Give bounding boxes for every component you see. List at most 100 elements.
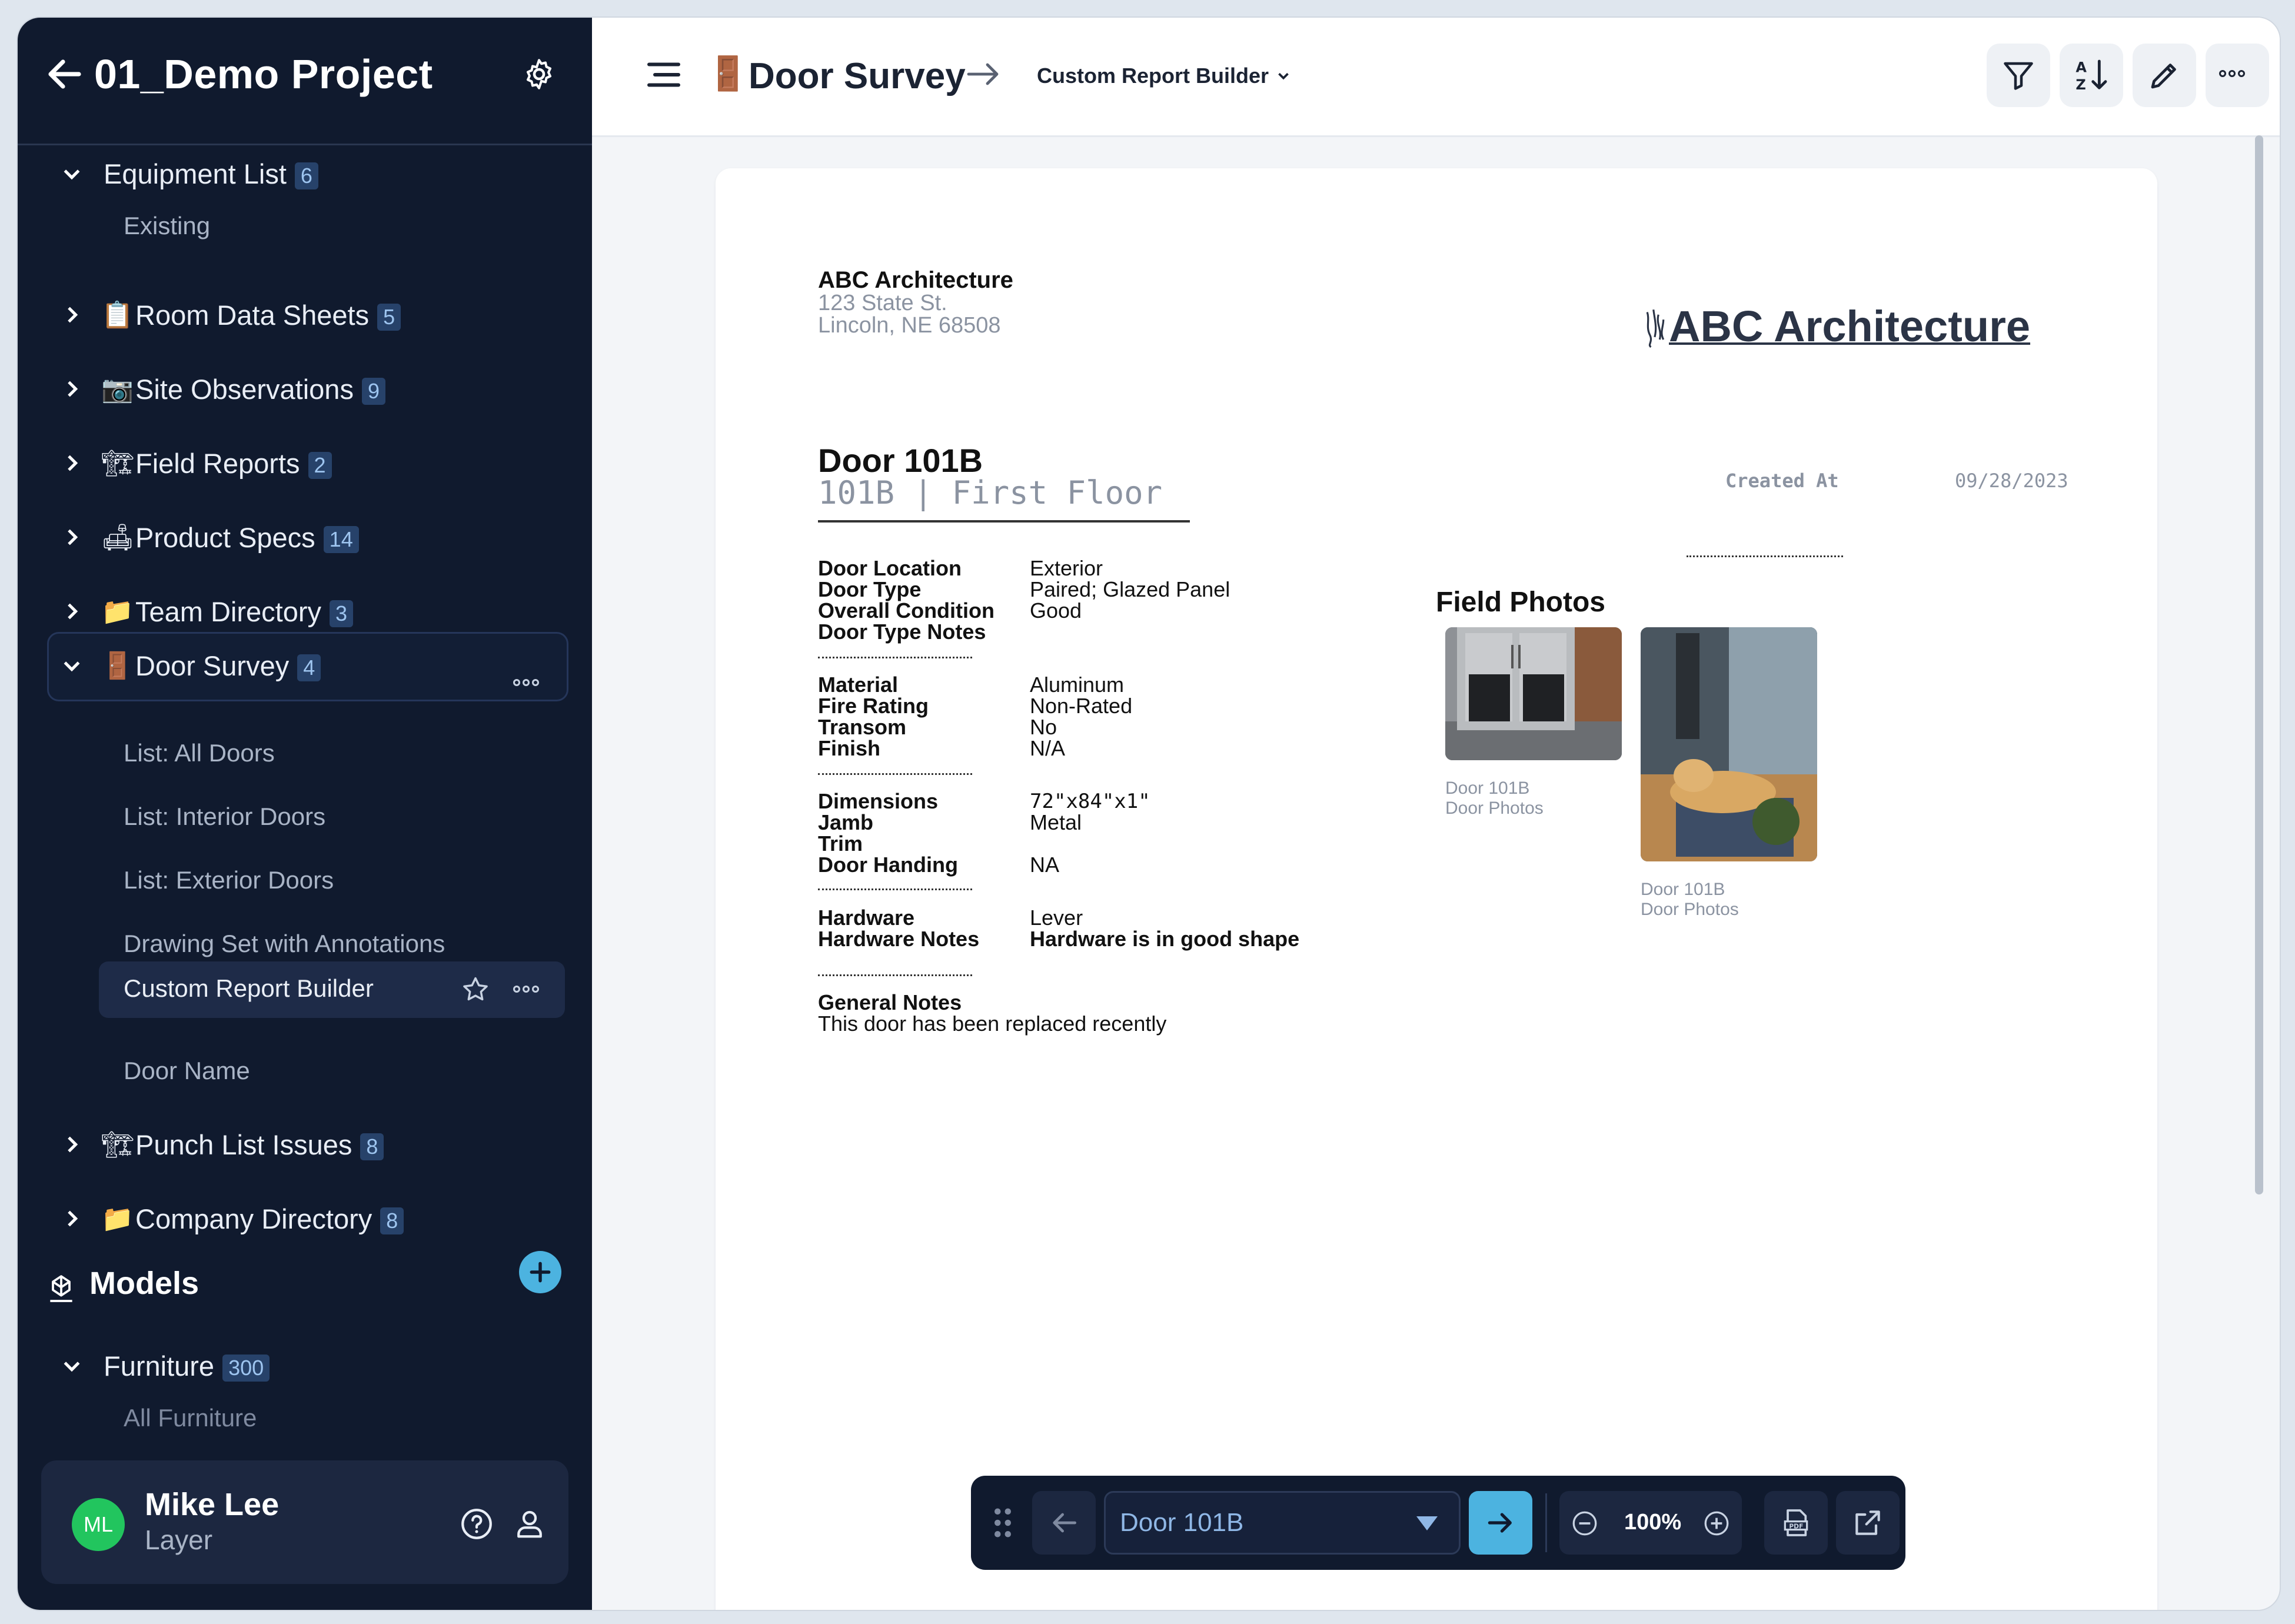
chevron-down-icon[interactable]	[1275, 67, 1292, 85]
sidebar-subitem-all-doors[interactable]: List: All Doors	[124, 739, 275, 767]
sidebar-item-label: Punch List Issues	[135, 1129, 352, 1160]
star-icon[interactable]	[460, 974, 491, 1005]
caret-down-icon	[1416, 1516, 1438, 1530]
chevron-down-icon[interactable]	[60, 654, 84, 677]
chevron-right-icon[interactable]	[60, 377, 84, 401]
record-select[interactable]: Door 101B	[1104, 1491, 1461, 1555]
field-label: Transom	[818, 715, 907, 739]
chevron-right-icon[interactable]	[60, 303, 84, 327]
chevron-down-icon[interactable]	[60, 162, 84, 185]
door-subtitle: 101B | First Floor	[818, 474, 1163, 511]
field-value: Aluminum	[1030, 673, 1125, 697]
zoom-control: 100%	[1559, 1491, 1742, 1555]
sidebar-subitem-all-furniture[interactable]: All Furniture	[124, 1404, 257, 1432]
sidebar-item-equipment-list[interactable]: Equipment List 6	[18, 141, 592, 206]
svg-text:A: A	[2076, 59, 2087, 76]
sidebar-item-field-reports[interactable]: 🏗 Field Reports 2	[18, 431, 592, 495]
general-notes-label: General Notes	[818, 990, 962, 1014]
gear-icon[interactable]	[521, 56, 557, 92]
door-icon: 🚪	[707, 55, 749, 92]
door-photo-1-image	[1445, 627, 1622, 760]
app-window: 01_Demo Project Equipment List 6 Existing…	[16, 16, 2281, 1611]
export-pdf-button[interactable]: PDF	[1764, 1491, 1828, 1555]
door-photo-2[interactable]	[1641, 627, 1817, 861]
photo-caption-title: Door 101B	[1641, 880, 1725, 899]
add-model-button[interactable]	[519, 1251, 561, 1293]
more-options-icon	[2219, 69, 2256, 81]
arrow-right-icon	[1488, 1513, 1512, 1533]
zoom-out-icon[interactable]	[1570, 1509, 1599, 1538]
avatar[interactable]: ML	[72, 1498, 125, 1551]
sidebar-subitem-exterior-doors[interactable]: List: Exterior Doors	[124, 866, 334, 894]
field-label: Door Location	[818, 556, 962, 580]
field-label: Dimensions	[818, 789, 939, 813]
clipboard-icon: 📋	[101, 301, 134, 330]
photo-caption-sub: Door Photos	[1641, 900, 1739, 919]
sidebar-item-label: Product Specs	[135, 521, 315, 553]
previous-record-button[interactable]	[1032, 1491, 1096, 1555]
created-at-label: Created At	[1725, 470, 1839, 492]
sidebar-item-room-data-sheets[interactable]: 📋 Room Data Sheets 5	[18, 282, 592, 347]
field-label: Door Handing	[818, 853, 958, 877]
count-badge: 2	[308, 452, 332, 480]
sidebar-item-company-directory[interactable]: 📁 Company Directory 8	[18, 1186, 592, 1251]
more-options-icon[interactable]	[513, 660, 548, 686]
filter-button[interactable]	[1987, 44, 2050, 107]
chevron-right-icon[interactable]	[60, 525, 84, 549]
more-options-button[interactable]	[2206, 44, 2269, 107]
sidebar-item-site-observations[interactable]: 📷 Site Observations 9	[18, 357, 592, 421]
sort-button[interactable]: AZ	[2060, 44, 2123, 107]
field-label: Material	[818, 673, 899, 697]
field-value: N/A	[1030, 736, 1066, 760]
dotted-divider	[818, 657, 972, 658]
sidebar-item-punch-list-issues[interactable]: 🏗 Punch List Issues 8	[18, 1112, 592, 1177]
chevron-right-icon[interactable]	[60, 600, 84, 623]
report-page: ABC Architecture 123 State St. Lincoln, …	[716, 168, 2157, 1610]
door-photo-1[interactable]	[1445, 627, 1622, 760]
back-arrow-icon[interactable]	[44, 53, 86, 95]
sidebar-item-label: Furniture	[104, 1350, 215, 1382]
chevron-down-icon[interactable]	[60, 1354, 84, 1377]
sidebar-item-label: Company Directory	[135, 1203, 372, 1234]
help-icon[interactable]	[459, 1506, 494, 1542]
zoom-level: 100%	[1624, 1510, 1682, 1535]
chevron-right-icon[interactable]	[60, 1207, 84, 1230]
sidebar-subitem-drawing-set[interactable]: Drawing Set with Annotations	[124, 930, 445, 958]
field-photos-heading: Field Photos	[1436, 587, 1605, 618]
sort-az-icon: AZ	[2076, 59, 2107, 93]
chevron-right-icon[interactable]	[60, 451, 84, 475]
user-role: Layer	[145, 1525, 213, 1555]
photo-caption-sub: Door Photos	[1445, 798, 1544, 818]
construction-icon: 🏗	[101, 449, 134, 478]
sidebar-subitem-interior-doors[interactable]: List: Interior Doors	[124, 803, 325, 831]
field-label: Trim	[818, 831, 863, 856]
sidebar-subitem-existing[interactable]: Existing	[124, 212, 210, 240]
next-record-button[interactable]	[1469, 1491, 1532, 1555]
scrollbar[interactable]	[2255, 135, 2263, 1194]
sidebar-subitem-door-name[interactable]: Door Name	[124, 1057, 250, 1085]
company-address-line2: Lincoln, NE 68508	[818, 313, 1001, 338]
door-icon: 🚪	[101, 651, 134, 680]
sidebar-item-product-specs[interactable]: 🛋 Product Specs 14	[18, 505, 592, 570]
field-value: No	[1030, 715, 1057, 739]
field-label: Hardware	[818, 906, 915, 930]
more-options-icon[interactable]	[513, 985, 548, 997]
edit-button[interactable]	[2133, 44, 2196, 107]
sidebar-item-furniture[interactable]: Furniture 300	[18, 1333, 592, 1398]
drag-handle-icon[interactable]	[992, 1506, 1013, 1539]
top-bar: 🚪 Door Survey Custom Report Builder AZ	[592, 18, 2280, 137]
count-badge: 3	[330, 600, 354, 628]
field-value: Non-Rated	[1030, 694, 1133, 718]
sidebar-item-door-survey[interactable]: 🚪 Door Survey 4	[18, 633, 592, 698]
menu-icon[interactable]	[646, 60, 681, 89]
field-value: NA	[1030, 853, 1060, 877]
count-badge: 4	[297, 654, 321, 682]
zoom-in-icon[interactable]	[1702, 1509, 1731, 1538]
chevron-right-icon[interactable]	[60, 1133, 84, 1156]
open-external-button[interactable]	[1836, 1491, 1900, 1555]
door-photo-2-image	[1641, 627, 1817, 861]
user-profile-icon[interactable]	[512, 1506, 547, 1542]
sidebar-subitem-custom-report-builder[interactable]: Custom Report Builder	[99, 961, 565, 1018]
sidebar-item-label: Room Data Sheets	[135, 299, 370, 331]
view-selector[interactable]: Custom Report Builder	[1037, 64, 1269, 88]
